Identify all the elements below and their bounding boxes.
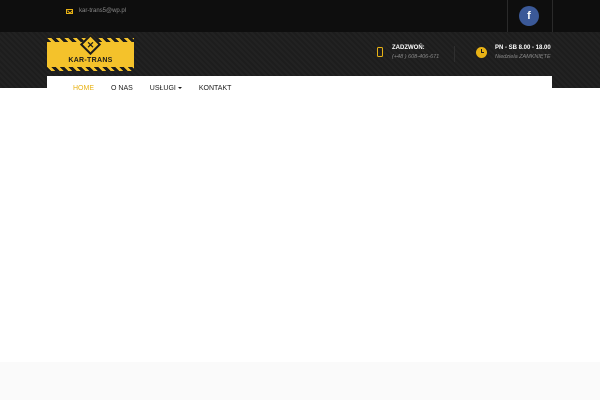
email-text[interactable]: kar-trans5@wp.pl [79, 8, 126, 14]
nav-item-kontakt[interactable]: KONTAKT [199, 85, 232, 92]
social-divider [552, 0, 553, 32]
nav-item-label: HOME [73, 84, 94, 92]
email-contact[interactable]: kar-trans5@wp.pl [66, 5, 126, 17]
nav-item-home[interactable]: HOME [73, 85, 94, 92]
phone-icon [377, 47, 383, 57]
nav-item-label: O NAS [111, 84, 133, 92]
top-bar: kar-trans5@wp.pl f [0, 0, 600, 32]
nav-item-o-nas[interactable]: O NAS [111, 85, 133, 92]
hours-sub: Niedziela ZAMKNIĘTE [495, 54, 551, 60]
contact-divider [454, 46, 455, 62]
logo-stripes-bottom [47, 67, 134, 71]
logo-text: KAR-TRANS [68, 57, 113, 64]
nav-item-label: KONTAKT [198, 84, 232, 92]
clock-icon [476, 47, 487, 58]
facebook-button[interactable]: f [519, 6, 539, 26]
site-logo[interactable]: ✕ KAR-TRANS [47, 33, 134, 71]
hammer-wrench-icon: ✕ [86, 40, 95, 50]
caret-down-icon [177, 87, 182, 89]
phone-title: ZADZWOŃ: [392, 45, 425, 51]
hours-title: PN - SB 8.00 - 18.00 [495, 45, 551, 51]
phone-number[interactable]: (+48 ) 608-406-671 [392, 54, 439, 60]
social-divider [507, 0, 508, 32]
envelope-icon [66, 8, 73, 14]
nav-item-label: USŁUGI [149, 84, 176, 92]
page-bottom-band [0, 362, 600, 400]
facebook-icon: f [527, 10, 531, 22]
nav-item-uslugi[interactable]: USŁUGI [150, 85, 182, 92]
main-nav: HOME O NAS USŁUGI KONTAKT [47, 76, 552, 100]
